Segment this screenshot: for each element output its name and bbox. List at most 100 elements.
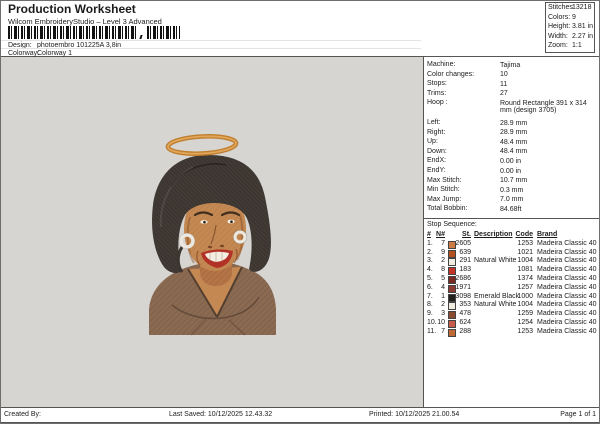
machine-info-value: 48.4 mm (500, 138, 528, 146)
machine-info-value: 7.0 mm (500, 196, 524, 204)
stat-value: 1:1 (572, 42, 582, 50)
created-by-label: Created By: (4, 411, 41, 418)
thread-code: 1081 (517, 266, 533, 274)
thread-code: 1253 (517, 327, 533, 335)
stitch-count: 291 (459, 257, 471, 265)
page-title: Production Worksheet (8, 2, 136, 16)
stitch-count: 353 (459, 301, 471, 309)
machine-info-row: Color changes: 10 (424, 71, 599, 81)
thread-brand: Madeira Classic 40 (537, 274, 597, 282)
needle-num: 2 (441, 301, 445, 309)
stop-sequence-row: 4. 8 183 1081 Madeira Classic 40 (424, 266, 599, 276)
machine-info-value: 0.00 in (500, 167, 522, 175)
machine-info-label: Trims: (427, 89, 447, 97)
stat-label: Stitches: (548, 4, 575, 11)
stop-sequence-header: # N# St. Description Code Brand (424, 231, 599, 240)
col-header-code: Code (515, 231, 534, 238)
machine-info-label: Right: (427, 128, 446, 136)
machine-info-row: Trims: 27 (424, 90, 599, 100)
needle-num: 7 (441, 327, 445, 335)
thread-code: 1000 (517, 292, 533, 300)
thread-brand: Madeira Classic 40 (537, 310, 597, 318)
thread-code: 1253 (517, 239, 533, 247)
needle-num: 3 (441, 310, 445, 318)
machine-info-row: EndX: 0.00 in (424, 157, 599, 167)
thread-code: 1374 (517, 274, 533, 282)
thread-code: 1257 (517, 283, 533, 291)
printed-text: Printed: 10/12/2025 21.00.54 (369, 411, 460, 418)
machine-info-label: Stops: (427, 80, 447, 88)
machine-info-label: Min Stitch: (427, 186, 460, 194)
machine-info-value: 48.4 mm (500, 148, 528, 156)
stat-row: Zoom: 1:1 (546, 41, 594, 51)
col-header-stitches: St. (462, 231, 471, 238)
barcode-segment (147, 26, 180, 39)
stitch-count: 3098 (455, 292, 471, 300)
embroidery-portrait (149, 134, 276, 336)
colorway-value: Colorway 1 (37, 50, 73, 57)
machine-info-label: Down: (427, 147, 447, 155)
needle-num: 1 (441, 292, 445, 300)
thread-brand: Madeira Classic 40 (537, 327, 597, 335)
machine-info-row: Max Stitch: 10.7 mm (424, 177, 599, 187)
stat-row: Width: 2.27 in (546, 32, 594, 42)
stat-label: Width: (548, 32, 568, 40)
stat-value: 13218 (572, 4, 592, 11)
machine-info-value: 84.68ft (500, 205, 522, 213)
col-header-needle: N# (436, 231, 445, 238)
barcode-segment (8, 26, 138, 39)
halo (165, 134, 239, 156)
colorway-row: Colorway: Colorway 1 (1, 48, 421, 57)
machine-info-row: Up: 48.4 mm (424, 138, 599, 148)
last-saved-text: Last Saved: 10/12/2025 12.43.32 (169, 411, 273, 418)
stat-label: Height: (548, 23, 571, 31)
worksheet-header: Production Worksheet Wilcom EmbroiderySt… (1, 1, 599, 57)
stop-sequence-row: 2. 9 639 1021 Madeira Classic 40 (424, 249, 599, 258)
worksheet-footer: Created By: Last Saved: 10/12/2025 12.43… (1, 407, 599, 423)
needle-num: 10 (437, 318, 445, 326)
thread-code: 1259 (517, 310, 533, 318)
machine-info-label: Hoop : (427, 99, 448, 107)
stitch-count: 639 (459, 248, 471, 256)
stitch-count: 2686 (455, 274, 471, 282)
machine-info-row: Min Stitch: 0.3 mm (424, 186, 599, 196)
needle-num: 8 (441, 266, 445, 274)
col-header-description: Description (474, 231, 513, 238)
stat-label: Zoom: (548, 42, 568, 50)
stat-value: 9 (572, 13, 576, 21)
machine-info-label: Up: (427, 138, 438, 146)
machine-info-value: 10.7 mm (500, 177, 528, 185)
machine-info-list: Machine: Tajima Color changes: 10 Stops: 11 Tr… (424, 57, 599, 215)
thread-brand: Madeira Classic 40 (537, 283, 597, 291)
machine-info-value: 0.3 mm (500, 186, 524, 194)
col-header-num: # (427, 231, 431, 238)
thread-brand: Madeira Classic 40 (537, 248, 597, 256)
thread-brand: Madeira Classic 40 (537, 257, 597, 265)
stop-sequence-row: 11. 7 288 1253 Madeira Classic 40 (424, 328, 599, 337)
machine-info-row: Right: 28.9 mm (424, 129, 599, 139)
design-canvas (1, 57, 424, 407)
machine-info-label: Total Bobbin: (427, 205, 468, 213)
stop-sequence-row: 6. 4 1971 1257 Madeira Classic 40 (424, 284, 599, 293)
thread-brand: Madeira Classic 40 (537, 239, 597, 247)
stop-sequence-rows: 1. 7 2605 1253 Madeira Classic 40 2. 9 639 1021 M… (424, 240, 599, 337)
stitch-count: 288 (459, 327, 471, 335)
stitch-count: 1971 (455, 283, 471, 291)
stat-value: 3.81 in (572, 23, 594, 31)
machine-info-value: 10 (500, 71, 508, 79)
stat-label: Colors: (548, 13, 571, 21)
machine-info-row: EndY: 0.00 in (424, 167, 599, 177)
machine-info-value: 0.00 in (500, 157, 522, 165)
machine-info-label: Machine: (427, 61, 456, 68)
machine-info-row: Hoop : Round Rectangle 391 x 314 mm (desi… (424, 99, 599, 115)
thread-code: 1021 (517, 248, 533, 256)
machine-info-value: Round Rectangle 391 x 314 mm (design 370… (500, 99, 587, 115)
stitch-count: 624 (459, 318, 471, 326)
barcode-comma (139, 35, 143, 39)
machine-info-value: 11 (500, 80, 508, 88)
thread-brand: Madeira Classic 40 (537, 318, 597, 326)
needle-num: 9 (441, 248, 445, 256)
stop-sequence-row: 1. 7 2605 1253 Madeira Classic 40 (424, 240, 599, 249)
page-number: Page 1 of 1 (560, 411, 596, 418)
thread-brand: Madeira Classic 40 (537, 301, 597, 309)
